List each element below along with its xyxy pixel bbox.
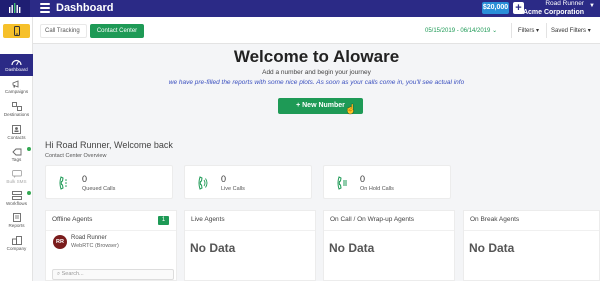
sub-header: Call Tracking Contact Center 05/15/2019 … — [33, 17, 600, 44]
sidebar-item-tags[interactable]: Tags — [0, 144, 33, 166]
top-bar: Dashboard $20,000 + Road Runner Acme Cor… — [0, 0, 600, 17]
page-title: Dashboard — [56, 2, 114, 14]
stat-value: 0 — [360, 174, 366, 184]
sidebar-item-label: Bulk SMS — [6, 179, 27, 184]
agent-search-input[interactable]: ⌕ Search... — [52, 269, 174, 280]
sidebar-item-bulk-sms[interactable]: Bulk SMS — [0, 166, 33, 188]
notification-dot — [27, 191, 31, 195]
sidebar-item-workflows[interactable]: Workflows — [0, 188, 33, 210]
welcome-note: we have pre-filled the reports with some… — [168, 79, 465, 86]
date-range-picker[interactable]: 05/15/2019 - 06/14/2019 ⌄ — [425, 26, 497, 36]
megaphone-icon — [11, 79, 22, 88]
sidebar-item-dashboard[interactable]: Dashboard — [0, 54, 33, 76]
welcome-title: Welcome to Aloware — [233, 47, 400, 66]
user-menu-caret-icon[interactable]: ▼ — [589, 2, 595, 10]
sidebar-item-label: Tags — [11, 157, 22, 162]
date-range-text: 05/15/2019 - 06/14/2019 — [425, 28, 491, 34]
contacts-icon — [11, 125, 22, 134]
gauge-icon — [11, 57, 22, 66]
stat-label: Live Calls — [221, 186, 245, 192]
offline-agents-panel: Offline Agents 1 RR Road Runner WebRTC (… — [45, 210, 177, 281]
notification-dot — [27, 147, 31, 151]
report-icon — [11, 213, 22, 222]
sidebar-item-label: Contacts — [7, 135, 26, 140]
stat-value: 0 — [221, 174, 227, 184]
overview-label: Contact Center Overview — [45, 153, 107, 159]
count-badge: 1 — [158, 216, 169, 225]
stat-value: 0 — [82, 174, 88, 184]
avatar[interactable]: RR — [53, 235, 67, 249]
divider — [464, 230, 599, 231]
destinations-icon — [11, 102, 22, 111]
phone-hold-icon — [337, 176, 347, 190]
divider — [546, 23, 547, 38]
stat-card-queued: 0 Queued Calls — [45, 165, 173, 199]
filters-dropdown[interactable]: Filters ▾ — [518, 26, 539, 36]
agent-name[interactable]: Road Runner — [71, 235, 107, 242]
agent-status: WebRTC (Browser) — [71, 243, 119, 249]
empty-state: No Data — [469, 241, 515, 255]
sidebar: Dashboard Campaigns Destinations Contact… — [0, 17, 33, 281]
panel-title: On Call / On Wrap-up Agents — [330, 216, 415, 223]
caret-down-icon: ▾ — [587, 28, 591, 34]
empty-state: No Data — [329, 241, 375, 255]
sidebar-item-label: Campaigns — [4, 89, 29, 94]
sidebar-item-label: Workflows — [5, 201, 28, 206]
mobile-phone-icon — [13, 26, 20, 36]
company-icon — [11, 236, 22, 245]
on-call-agents-panel: On Call / On Wrap-up Agents No Data — [323, 210, 455, 281]
logo[interactable] — [0, 0, 30, 17]
saved-filters-dropdown[interactable]: Saved Filters ▾ — [551, 26, 591, 36]
sidebar-item-label: Reports — [8, 223, 25, 228]
stat-card-live: 0 Live Calls — [184, 165, 312, 199]
welcome-subtitle: Add a number and begin your journey — [262, 69, 371, 76]
tag-icon — [11, 147, 22, 156]
workflow-icon — [11, 191, 22, 200]
panel-title: Offline Agents — [52, 216, 93, 223]
sidebar-item-label: Destinations — [3, 112, 30, 117]
user-name[interactable]: Road Runner — [545, 0, 584, 8]
search-icon: ⌕ — [57, 271, 61, 277]
tab-contact-center[interactable]: Contact Center — [90, 24, 144, 38]
saved-filters-label: Saved Filters — [551, 28, 587, 34]
plus-icon: + — [296, 102, 301, 109]
divider — [511, 23, 512, 38]
aloware-logo-icon — [9, 3, 21, 13]
divider — [46, 230, 176, 231]
on-break-agents-panel: On Break Agents No Data — [463, 210, 600, 281]
stat-label: On Hold Calls — [360, 186, 394, 192]
stat-label: Queued Calls — [82, 186, 116, 192]
panel-title: On Break Agents — [470, 216, 520, 223]
sidebar-item-label: Company — [6, 246, 27, 251]
sidebar-item-label: Dashboard — [5, 67, 28, 72]
phone-button[interactable] — [3, 24, 30, 38]
stat-card-on-hold: 0 On Hold Calls — [323, 165, 451, 199]
phone-queue-icon — [59, 176, 67, 190]
menu-toggle-icon[interactable] — [40, 3, 50, 13]
live-agents-panel: Live Agents No Data — [184, 210, 316, 281]
search-placeholder: Search... — [61, 271, 84, 277]
sidebar-item-company[interactable]: Company — [0, 233, 33, 255]
filters-label: Filters — [518, 28, 535, 34]
sidebar-item-reports[interactable]: Reports — [0, 210, 33, 232]
phone-live-icon — [198, 176, 208, 190]
greeting: Hi Road Runner, Welcome back — [45, 140, 173, 150]
sidebar-item-destinations[interactable]: Destinations — [0, 99, 33, 121]
welcome-section: Welcome to Aloware Add a number and begi… — [33, 44, 600, 87]
panel-title: Live Agents — [191, 216, 225, 223]
sidebar-item-campaigns[interactable]: Campaigns — [0, 76, 33, 98]
divider — [324, 230, 454, 231]
divider — [185, 230, 315, 231]
caret-down-icon: ▾ — [536, 28, 540, 34]
balance-badge[interactable]: $20,000 — [482, 2, 509, 14]
empty-state: No Data — [190, 241, 236, 255]
chevron-down-icon: ⌄ — [492, 28, 498, 34]
tab-call-tracking[interactable]: Call Tracking — [40, 24, 87, 38]
company-name[interactable]: Acme Corporation — [523, 8, 584, 17]
new-number-label: New Number — [302, 102, 345, 109]
hand-cursor-icon: ☝ — [345, 104, 357, 114]
bulk-sms-icon — [11, 169, 22, 178]
sidebar-item-contacts[interactable]: Contacts — [0, 122, 33, 144]
